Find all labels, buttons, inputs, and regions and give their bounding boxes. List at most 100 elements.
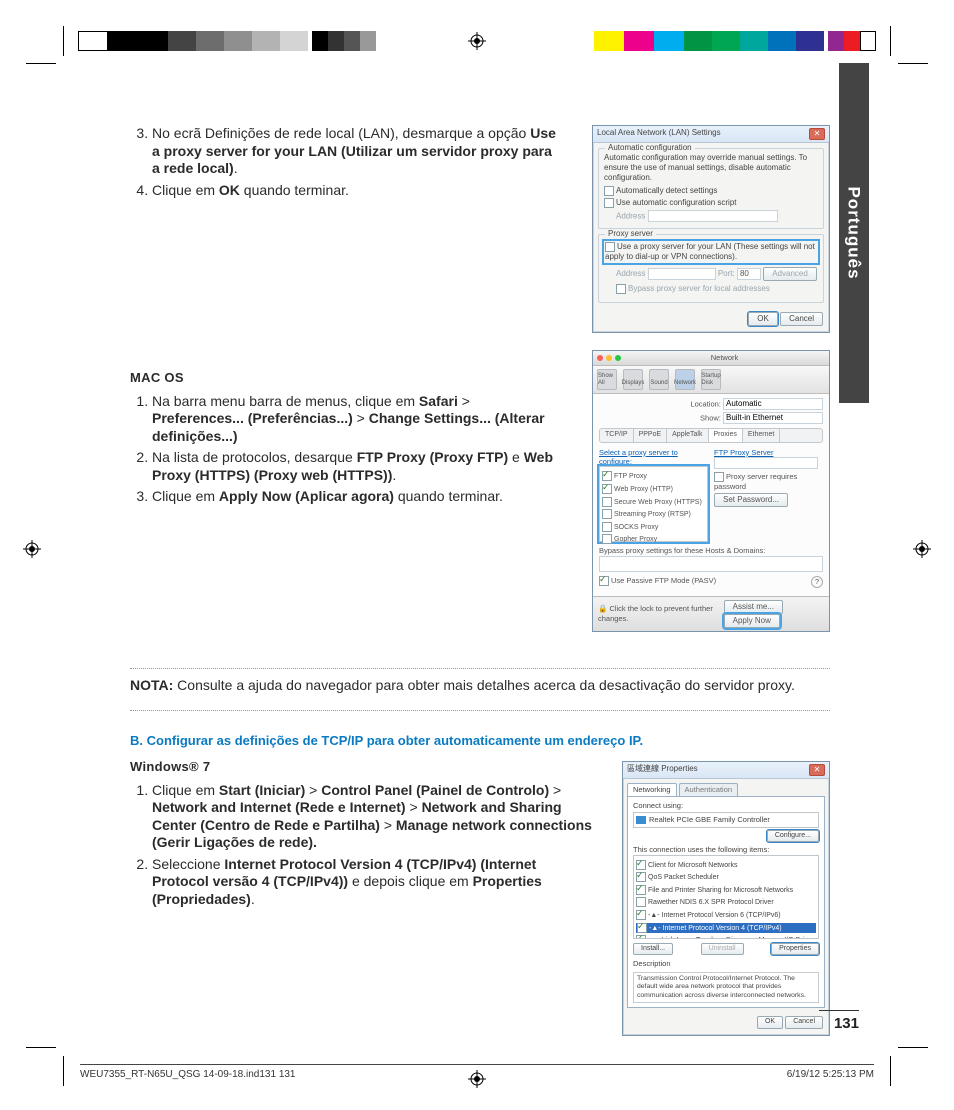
proxy-address-row: Address Port: Advanced: [616, 267, 818, 281]
bypass-checkbox[interactable]: Bypass proxy server for local addresses: [616, 284, 818, 294]
proxy-address-input: [648, 268, 716, 280]
ftp-proxy-server-input[interactable]: [714, 457, 818, 469]
lock-hint: 🔒 Click the lock to prevent further chan…: [598, 604, 724, 623]
group-legend: Automatic configuration: [605, 143, 695, 153]
note-block: NOTA: Consulte a ajuda do navegador para…: [130, 675, 830, 701]
minimize-icon[interactable]: [606, 355, 612, 361]
mac-step-1: Na barra menu barra de menus, clique em …: [152, 393, 557, 446]
sound-icon[interactable]: Sound: [649, 369, 669, 390]
mac-tabs: TCP/IP PPPoE AppleTalk Proxies Ethernet: [599, 428, 823, 443]
help-icon[interactable]: ?: [811, 576, 823, 588]
tab-networking[interactable]: Networking: [627, 783, 677, 795]
lock-icon[interactable]: 🔒: [598, 604, 609, 613]
ftp-server-label: FTP Proxy Server: [714, 448, 823, 457]
location-select[interactable]: [723, 398, 823, 410]
tab-authentication[interactable]: Authentication: [679, 783, 739, 795]
footer-timestamp: 6/19/12 5:25:13 PM: [787, 1069, 874, 1080]
nic-icon: [636, 816, 646, 824]
ok-button[interactable]: OK: [748, 312, 778, 326]
configure-button[interactable]: Configure...: [767, 830, 819, 843]
print-footer: WEU7355_RT-N65U_QSG 14-09-18.ind131 131 …: [80, 1064, 874, 1080]
page: Português Local Area Network (LAN) Setti…: [0, 0, 954, 1110]
pasv-checkbox[interactable]: Use Passive FTP Mode (PASV): [611, 576, 716, 585]
lan-settings-dialog: Local Area Network (LAN) Settings ✕ Auto…: [592, 125, 830, 333]
crop-mark: [63, 1056, 64, 1086]
mac-toolbar: Show All Displays Sound Network Startup …: [593, 366, 829, 394]
group-description: Automatic configuration may override man…: [604, 153, 818, 183]
mac-step-2: Na lista de protocolos, desarque FTP Pro…: [152, 449, 557, 484]
use-script-checkbox[interactable]: Use automatic configuration script: [604, 198, 818, 208]
tab-pppoe[interactable]: PPPoE: [634, 429, 668, 442]
properties-button[interactable]: Properties: [771, 943, 819, 956]
language-label: Português: [844, 186, 864, 279]
page-number: 131: [834, 1015, 859, 1032]
requires-password-checkbox[interactable]: Proxy server requires password: [714, 472, 797, 491]
step-3: No ecrã Definições de rede local (LAN), …: [152, 125, 562, 178]
proxy-server-group: Proxy server Use a proxy server for your…: [598, 234, 824, 303]
crop-mark: [26, 63, 56, 64]
print-color-bar: [78, 31, 376, 51]
items-list[interactable]: Client for Microsoft Networks QoS Packet…: [633, 855, 819, 939]
note-label: NOTA:: [130, 677, 173, 693]
bypass-label: Bypass proxy settings for these Hosts & …: [599, 546, 823, 555]
macos-steps: Na barra menu barra de menus, clique em …: [130, 393, 557, 506]
uses-label: This connection uses the following items…: [633, 845, 819, 854]
language-tab: Português: [839, 63, 869, 403]
dialog-title: 區域連線 Properties: [627, 764, 698, 776]
cancel-button[interactable]: Cancel: [785, 1016, 823, 1029]
dialog-buttons: OK Cancel: [593, 308, 829, 332]
network-icon[interactable]: Network: [675, 369, 695, 390]
assist-button[interactable]: Assist me...: [724, 600, 783, 614]
registration-mark-icon: [468, 32, 486, 50]
location-row: Location:: [599, 398, 823, 410]
advanced-button[interactable]: Advanced: [763, 267, 817, 281]
crop-mark: [898, 63, 928, 64]
page-number-block: 131: [819, 1010, 859, 1033]
tab-proxies[interactable]: Proxies: [709, 429, 743, 442]
crop-mark: [26, 1047, 56, 1048]
tab-appletalk[interactable]: AppleTalk: [667, 429, 708, 442]
install-button[interactable]: Install...: [633, 943, 673, 956]
automatic-config-group: Automatic configuration Automatic config…: [598, 148, 824, 229]
use-proxy-checkbox[interactable]: Use a proxy server for your LAN (These s…: [604, 241, 818, 263]
cancel-button[interactable]: Cancel: [780, 312, 823, 326]
zoom-icon[interactable]: [615, 355, 621, 361]
ok-button[interactable]: OK: [757, 1016, 783, 1029]
select-proxy-label: Select a proxy server to configure:: [599, 448, 708, 467]
win7-steps: Clique em Start (Iniciar) > Control Pane…: [130, 782, 592, 909]
proxy-list[interactable]: FTP Proxy Web Proxy (HTTP) Secure Web Pr…: [599, 466, 708, 542]
step-4: Clique em OK quando terminar.: [152, 182, 562, 200]
close-icon[interactable]: [597, 355, 603, 361]
main-content: Local Area Network (LAN) Settings ✕ Auto…: [130, 125, 830, 1044]
uninstall-button: Uninstall: [701, 943, 744, 956]
mac-titlebar: Network: [593, 351, 829, 365]
displays-icon[interactable]: Displays: [623, 369, 643, 390]
description-heading: Description: [633, 959, 819, 968]
steps-list: No ecrã Definições de rede local (LAN), …: [130, 125, 562, 199]
crop-mark: [63, 26, 64, 56]
startup-disk-icon[interactable]: Startup Disk: [701, 369, 721, 390]
show-all-icon[interactable]: Show All: [597, 369, 617, 390]
bypass-hosts-input[interactable]: [599, 556, 823, 572]
print-color-bar: [594, 31, 876, 51]
set-password-button[interactable]: Set Password...: [714, 493, 788, 507]
win7-step-2: Seleccione Internet Protocol Version 4 (…: [152, 856, 592, 909]
dialog-titlebar: Local Area Network (LAN) Settings ✕: [593, 126, 829, 143]
close-icon[interactable]: ✕: [809, 764, 825, 776]
show-row: Show:: [599, 412, 823, 424]
footer-file: WEU7355_RT-N65U_QSG 14-09-18.ind131 131: [80, 1069, 296, 1080]
tab-tcpip[interactable]: TCP/IP: [600, 429, 634, 442]
auto-detect-checkbox[interactable]: Automatically detect settings: [604, 186, 818, 196]
apply-now-button[interactable]: Apply Now: [724, 614, 780, 628]
mac-step-3: Clique em Apply Now (Aplicar agora) quan…: [152, 488, 557, 506]
note-text: Consulte a ajuda do navegador para obter…: [173, 677, 795, 693]
tab-ethernet[interactable]: Ethernet: [743, 429, 780, 442]
script-address-input: [648, 210, 778, 222]
show-select[interactable]: [723, 412, 823, 424]
close-icon[interactable]: ✕: [809, 128, 825, 140]
dialog-titlebar: 區域連線 Properties ✕: [623, 762, 829, 779]
macos-network-dialog: Network Show All Displays Sound Network …: [592, 350, 830, 631]
registration-mark-icon: [913, 540, 931, 558]
registration-mark-icon: [23, 540, 41, 558]
crop-mark: [890, 1056, 891, 1086]
